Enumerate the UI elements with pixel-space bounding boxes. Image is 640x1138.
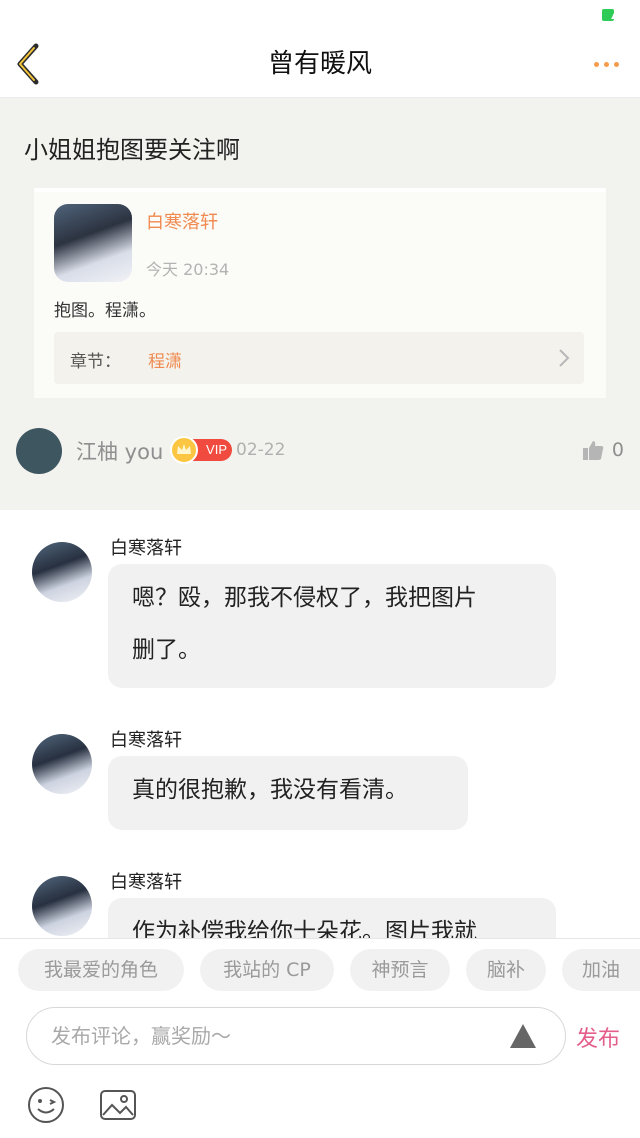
tag-chip[interactable]: 我站的 CP [200,949,334,991]
image-button[interactable] [98,1085,138,1129]
post-date: 02-22 [236,440,286,460]
image-icon [100,1090,136,1120]
message-line: 真的很抱歉，我没有看清。 [132,777,408,803]
status-bar [0,0,640,30]
comment-box [26,1007,566,1065]
avatar[interactable] [32,876,92,936]
thumbs-up-icon [582,441,604,460]
more-dot-icon [613,61,619,67]
nav-bar: 曾有暖风 [0,30,640,98]
embedded-timestamp: 今天 20:34 [146,260,230,279]
message-bubble[interactable]: 真的很抱歉，我没有看清。 [108,756,468,830]
tag-chip[interactable]: 脑补 [466,949,546,991]
emoji-button[interactable] [26,1085,66,1129]
page-title: 曾有暖风 [267,49,372,79]
quick-tags: 我最爱的角色 我站的 CP 神预言 脑补 加油 [0,949,640,993]
embedded-post[interactable]: 白寒落轩 今天 20:34 抱图。程潇。 章节： 程潇 [34,188,606,398]
post-author-row: 江柚 you VIP 02-22 0 [16,426,626,476]
chat-page: 曾有暖风 小姐姐抱图要关注啊 白寒落轩 今天 20:34 抱图。程潇。 章节： … [0,0,640,1138]
more-button[interactable] [586,48,626,80]
like-count: 0 [611,439,624,461]
post-card: 小姐姐抱图要关注啊 白寒落轩 今天 20:34 抱图。程潇。 章节： 程潇 江柚… [0,98,640,510]
avatar[interactable] [32,734,92,794]
reply-author-name: 白寒落轩 [110,730,182,751]
publish-button[interactable]: 发布 [576,1021,620,1053]
reply-author-name: 白寒落轩 [110,872,182,893]
battery-icon [602,9,614,21]
comment-input[interactable] [51,1020,491,1052]
message-line: 嗯？殴，那我不侵权了，我把图片 [132,585,477,611]
comment-panel: 我最爱的角色 我站的 CP 神预言 脑补 加油 发布 [0,938,640,1138]
post-text: 小姐姐抱图要关注啊 [24,136,240,164]
tag-chip[interactable]: 加油 [562,949,640,991]
message-line: 删了。 [132,637,201,663]
avatar[interactable] [32,542,92,602]
tag-chip[interactable]: 神预言 [350,949,450,991]
like-button[interactable]: 0 [582,436,624,464]
author-name[interactable]: 江柚 you [76,436,163,466]
crown-icon [170,436,198,464]
embedded-text: 抱图。程潇。 [54,301,156,321]
more-dot-icon [603,61,609,67]
message-bubble[interactable]: 嗯？殴，那我不侵权了，我把图片 删了。 [108,564,556,688]
more-dot-icon [593,61,599,67]
embedded-author-name: 白寒落轩 [146,212,218,233]
chapter-value: 程潇 [148,352,182,372]
chapter-link[interactable]: 章节： 程潇 [54,332,584,384]
chapter-label: 章节： [70,352,121,372]
tag-chip[interactable]: 我最爱的角色 [18,949,184,991]
embedded-avatar [54,204,132,282]
chevron-right-icon [559,349,570,367]
emoji-icon [28,1087,64,1123]
reply-author-name: 白寒落轩 [110,538,182,559]
embedded-post-body: 白寒落轩 今天 20:34 抱图。程潇。 章节： 程潇 [34,192,606,398]
triangle-icon[interactable] [509,1022,537,1050]
avatar[interactable] [16,428,62,474]
